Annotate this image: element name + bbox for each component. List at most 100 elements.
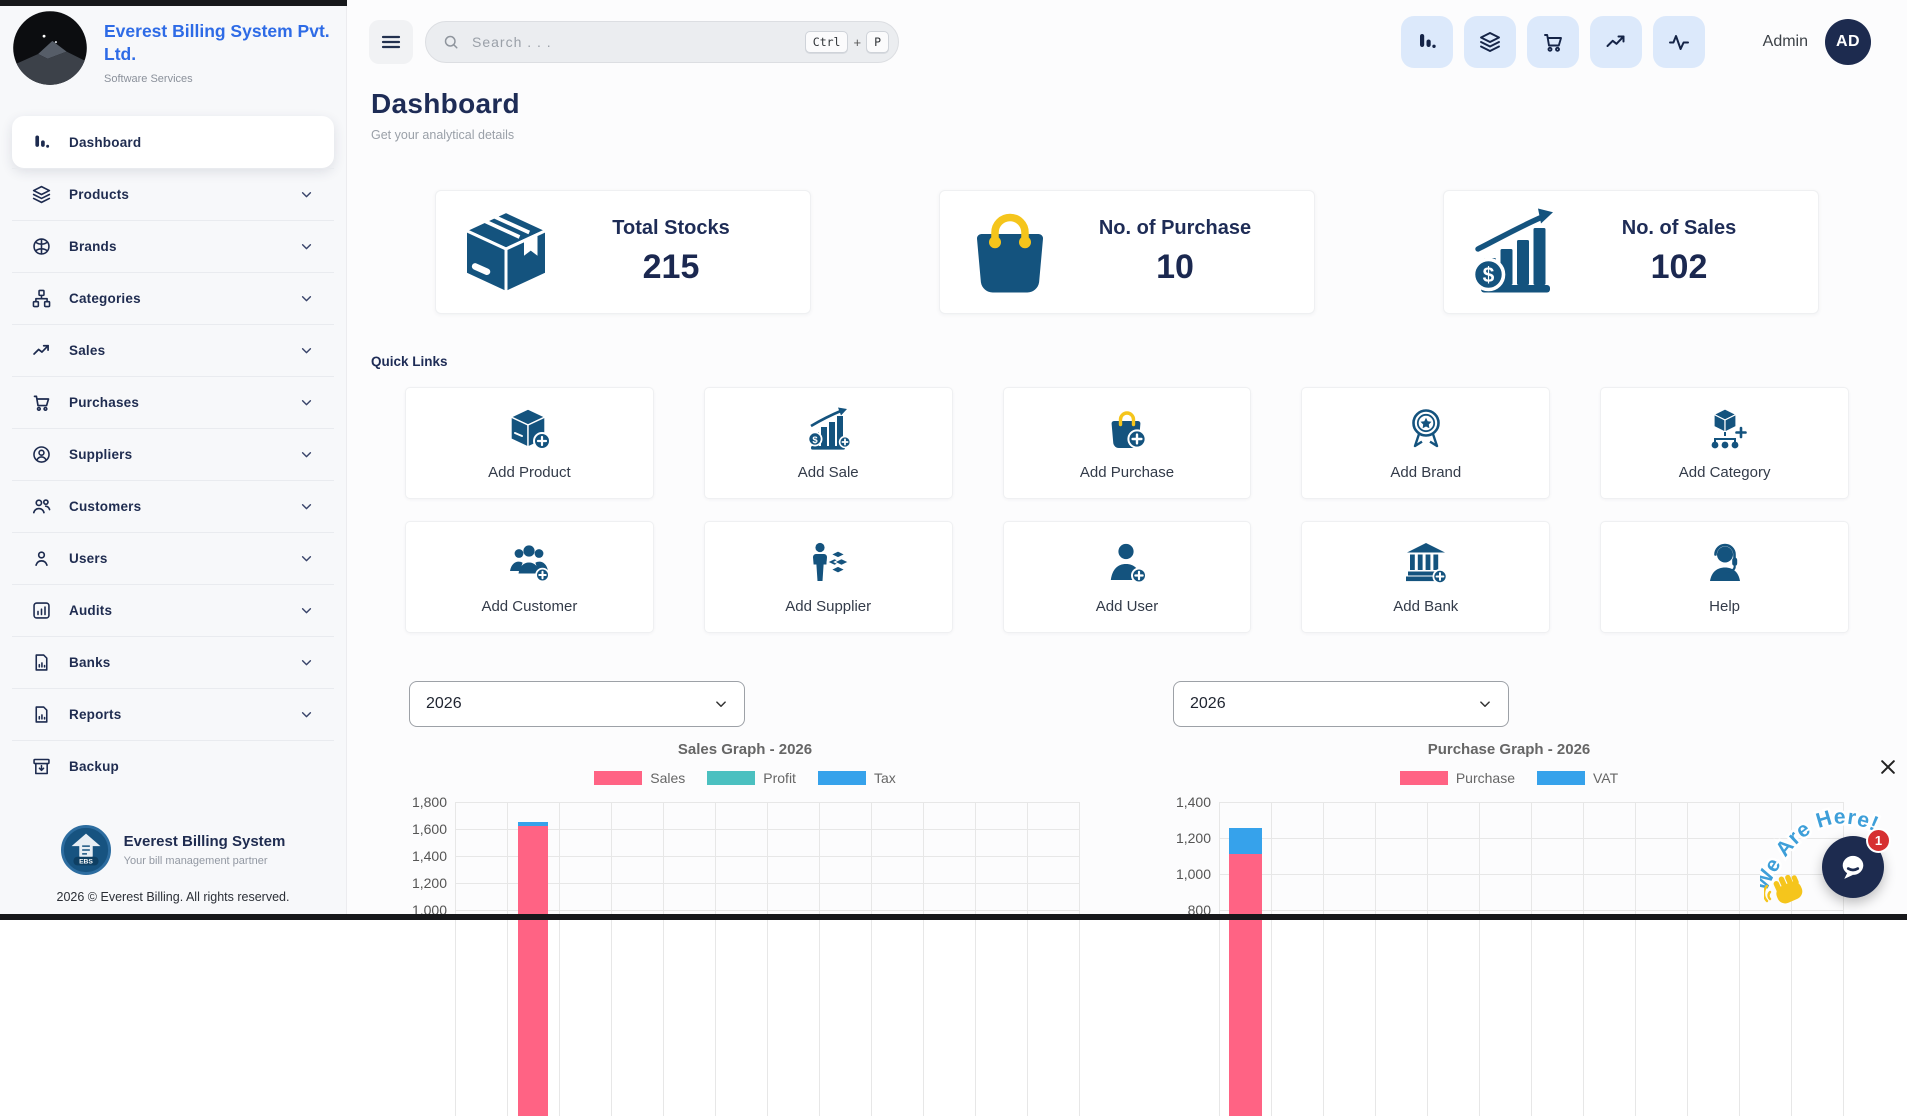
sidebar-item-banks[interactable]: Banks <box>12 636 334 688</box>
cart-button[interactable] <box>1527 16 1579 68</box>
chat-close-icon[interactable] <box>1878 757 1898 777</box>
quick-link-help[interactable]: Help <box>1600 521 1849 633</box>
company-tagline: Software Services <box>104 73 332 85</box>
search-box[interactable]: Ctrl + P <box>425 21 899 63</box>
chart-legend: Purchase VAT <box>1173 770 1845 786</box>
add-bank-icon <box>1403 540 1449 586</box>
y-tick-label: 1,400 <box>409 848 447 864</box>
user-icon <box>31 548 52 569</box>
sidebar-item-label: Users <box>69 551 281 566</box>
sidebar-item-customers[interactable]: Customers <box>12 480 334 532</box>
add-sale-icon: $ <box>805 406 851 452</box>
y-tick-label: 1,200 <box>409 875 447 891</box>
quick-link-add-bank[interactable]: Add Bank <box>1301 521 1550 633</box>
user-area: Admin AD <box>1763 19 1871 65</box>
window-edge-top <box>0 0 347 6</box>
kbd-plus: + <box>853 35 861 50</box>
sidebar-item-audits[interactable]: Audits <box>12 584 334 636</box>
layers-icon <box>31 184 52 205</box>
sidebar-item-dashboard[interactable]: Dashboard <box>12 116 334 168</box>
sidebar-item-suppliers[interactable]: Suppliers <box>12 428 334 480</box>
sidebar-item-users[interactable]: Users <box>12 532 334 584</box>
chevron-down-icon <box>298 706 315 723</box>
menu-button[interactable] <box>369 20 413 64</box>
chevron-down-icon <box>298 654 315 671</box>
quick-link-add-sale[interactable]: $ Add Sale <box>704 387 953 499</box>
chevron-down-icon <box>298 238 315 255</box>
quick-link-label: Add Brand <box>1390 464 1461 481</box>
sidebar-item-purchases[interactable]: Purchases <box>12 376 334 428</box>
quick-link-add-customer[interactable]: Add Customer <box>405 521 654 633</box>
trending-up-button[interactable] <box>1590 16 1642 68</box>
bar-segment-purchase <box>1229 854 1262 1116</box>
sidebar: Everest Billing System Pvt. Ltd. Softwar… <box>0 0 347 920</box>
sidebar-item-categories[interactable]: Categories <box>12 272 334 324</box>
sidebar-item-label: Customers <box>69 499 281 514</box>
year-select[interactable]: 2026 <box>1173 681 1509 727</box>
search-input[interactable] <box>470 33 795 51</box>
quick-link-add-category[interactable]: Add Category <box>1600 387 1849 499</box>
year-select-value: 2026 <box>1190 695 1226 713</box>
legend-label: Purchase <box>1456 770 1515 786</box>
sidebar-item-label: Audits <box>69 603 281 618</box>
stat-card-total-stocks: Total Stocks 215 <box>435 190 811 314</box>
sidebar-item-label: Categories <box>69 291 281 306</box>
stat-label: Total Stocks <box>554 217 788 240</box>
legend-item-purchase[interactable]: Purchase <box>1400 770 1515 786</box>
legend-item-profit[interactable]: Profit <box>707 770 796 786</box>
legend-item-vat[interactable]: VAT <box>1537 770 1618 786</box>
main-area: Ctrl + P Admin AD Dashboard Get your ana… <box>347 0 1907 920</box>
chat-bubble-icon <box>1834 848 1872 886</box>
quick-link-label: Help <box>1709 598 1740 615</box>
chevron-down-icon <box>298 290 315 307</box>
quick-link-add-supplier[interactable]: Add Supplier <box>704 521 953 633</box>
layers-button[interactable] <box>1464 16 1516 68</box>
y-tick-label: 1,400 <box>1173 794 1211 810</box>
y-tick-label: 1,000 <box>1173 866 1211 882</box>
sidebar-item-brands[interactable]: Brands <box>12 220 334 272</box>
copyright: 2026 © Everest Billing. All rights reser… <box>0 890 346 904</box>
chart-panel-sales-graph-2026: 2026 Sales Graph - 2026 SalesProfitTax 1… <box>409 681 1081 1116</box>
stat-label: No. of Purchase <box>1058 217 1292 240</box>
quick-link-add-brand[interactable]: Add Brand <box>1301 387 1550 499</box>
chevron-down-icon <box>1476 695 1494 713</box>
quick-link-add-product[interactable]: Add Product <box>405 387 654 499</box>
legend-item-tax[interactable]: Tax <box>818 770 896 786</box>
stat-value: 10 <box>1058 248 1292 287</box>
sidebar-item-label: Dashboard <box>69 135 315 150</box>
layers-icon <box>1478 30 1502 54</box>
sales-growth-icon: $ <box>1466 204 1562 300</box>
quick-link-add-user[interactable]: Add User <box>1003 521 1252 633</box>
sidebar-item-products[interactable]: Products <box>12 168 334 220</box>
window-edge-bottom <box>0 914 1907 920</box>
bar-chart-icon <box>31 132 52 153</box>
svg-text:$: $ <box>1483 264 1495 287</box>
quick-link-add-purchase[interactable]: Add Purchase <box>1003 387 1252 499</box>
topbar: Ctrl + P Admin AD <box>347 0 1907 82</box>
bar-segment-sales <box>518 826 548 1116</box>
sidebar-item-sales[interactable]: Sales <box>12 324 334 376</box>
quick-link-label: Add Bank <box>1393 598 1458 615</box>
help-icon <box>1702 540 1748 586</box>
quick-link-label: Add Purchase <box>1080 464 1174 481</box>
legend-swatch <box>707 771 755 785</box>
avatar[interactable]: AD <box>1825 19 1871 65</box>
sidebar-item-backup[interactable]: Backup <box>12 740 334 792</box>
legend-label: VAT <box>1593 770 1618 786</box>
sidebar-item-label: Brands <box>69 239 281 254</box>
shopping-bag-icon <box>962 204 1058 300</box>
kbd-p: P <box>866 31 889 53</box>
legend-item-sales[interactable]: Sales <box>594 770 685 786</box>
bar-segment-tax <box>518 822 548 826</box>
sidebar-nav: Dashboard Products Brands Categories Sal… <box>0 116 346 792</box>
bar-chart-button[interactable] <box>1401 16 1453 68</box>
sidebar-item-label: Products <box>69 187 281 202</box>
legend-swatch <box>594 771 642 785</box>
trending-up-icon <box>1604 30 1628 54</box>
activity-button[interactable] <box>1653 16 1705 68</box>
sidebar-item-reports[interactable]: Reports <box>12 688 334 740</box>
year-select[interactable]: 2026 <box>409 681 745 727</box>
waving-hand-icon <box>1764 868 1812 910</box>
chart-title: Purchase Graph - 2026 <box>1173 741 1845 758</box>
ebs-logo: EBS <box>61 825 111 875</box>
